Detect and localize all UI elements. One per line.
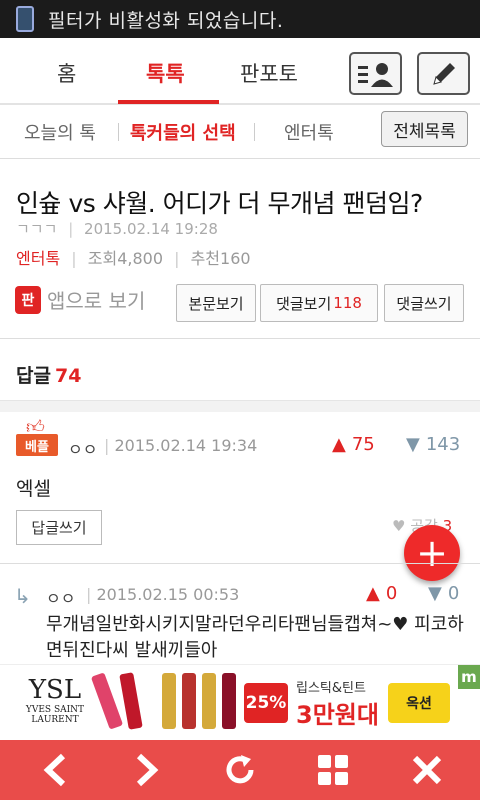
grid-icon [318,755,348,785]
profile-button[interactable] [349,52,402,95]
heart-icon: ♥ [392,517,406,535]
ad-brand: YVES SAINT LAURENT [25,705,85,725]
replies-header: 답글 74 [16,361,81,388]
comment-text: 엑셀 [16,478,51,500]
write-button[interactable] [417,52,470,95]
bottom-toolbar [0,740,480,800]
subtab-talkers-choice[interactable]: 톡커들의 선택 [130,119,236,145]
reply-arrow-icon: ↳ [14,584,31,608]
write-comment-button[interactable]: 댓글쓰기 [384,284,464,322]
post-author-line: ㄱㄱㄱ | 2015.02.14 19:28 [16,220,218,238]
like-button[interactable]: ▲ 75 [332,434,375,455]
divider [118,123,119,141]
like-count: 0 [385,583,398,604]
thumb-down-icon: ▼ [428,583,442,604]
reply-button[interactable]: 답글쓰기 [16,510,102,545]
ad-corner-badge[interactable]: m [458,665,480,689]
best-reply-label: 베플 [16,434,58,456]
ad-line1: 립스틱&틴트 [296,681,366,696]
open-in-app-button[interactable]: 판 앱으로 보기 [15,285,145,314]
sub-nav: 오늘의 톡 톡커들의 선택 엔터톡 전체목록 [0,105,480,159]
tab-toktok[interactable]: 톡톡 [146,58,185,88]
post-title: 인슢 vs 샤월. 어디가 더 무개념 팬덤임? [16,189,423,218]
divider [0,563,480,564]
like-button[interactable]: ▲ 0 [366,583,397,604]
dislike-button[interactable]: ▼ 0 [428,583,459,604]
forward-icon [136,753,159,787]
profile-list-icon [357,62,393,87]
lipstick-image [182,673,196,729]
close-icon [412,755,442,785]
divider [0,338,480,339]
lipstick-image [162,673,176,729]
ad-discount: 25% [244,683,288,723]
lipstick-image [119,672,143,730]
close-button[interactable] [392,740,462,800]
lipstick-image [202,673,216,729]
comment-user[interactable]: ㅇㅇ [46,585,75,609]
tab-home[interactable]: 홈 [57,58,76,88]
post-category[interactable]: 엔터톡 [16,249,60,268]
status-bar: 필터가 비활성화 되었습니다. [0,0,480,38]
post-datetime: 2015.02.14 19:28 [84,220,218,238]
best-reply-badge: 👍︎ 베플 [16,419,58,458]
pann-app-icon: 판 [15,285,41,314]
plus-icon: + [416,531,448,575]
phone-icon [16,6,34,32]
ysl-logo: YSL YVES SAINT LAURENT [20,675,90,725]
menu-grid-button[interactable] [298,740,368,800]
replies-count: 74 [54,365,82,387]
post-stats-line: 엔터톡 | 조회4,800 | 추천160 [16,249,251,268]
subtab-entertalk[interactable]: 엔터톡 [284,119,334,145]
comment-datetime-text: 2015.02.14 19:34 [114,436,258,455]
refresh-button[interactable] [205,740,275,800]
top-nav: 홈 톡톡 판포토 [0,38,480,105]
divider [254,123,255,141]
thumb-up-icon: ▲ [332,434,346,455]
add-fab-button[interactable]: + [404,525,460,581]
write-comment-label: 댓글쓰기 [396,294,452,313]
active-tab-indicator [118,100,219,104]
like-count: 75 [351,434,375,455]
comment-datetime-text: 2015.02.15 00:53 [96,585,240,604]
comment-datetime: | 2015.02.14 19:34 [104,436,258,455]
view-comments-button[interactable]: 댓글보기 118 [260,284,378,322]
open-in-app-label: 앱으로 보기 [47,289,146,313]
tab-panphoto[interactable]: 판포토 [240,58,298,88]
post-recommends: 추천160 [190,249,251,268]
thumb-up-icon: ▲ [366,583,380,604]
view-body-label: 본문보기 [188,294,244,313]
thumb-down-icon: ▼ [406,434,420,455]
all-list-button[interactable]: 전체목록 [381,111,468,147]
status-message: 필터가 비활성화 되었습니다. [48,9,284,32]
view-body-button[interactable]: 본문보기 [176,284,256,322]
pencil-icon [432,62,455,85]
back-button[interactable] [20,740,90,800]
comment-text: 무개념일반화시키지말라던우리타팬님들캡쳐~♥ 피코하면뒤진다씨 발새끼들아 [46,614,464,661]
section-separator [0,400,480,412]
comment-user[interactable]: ㅇㅇ [68,436,97,460]
lipstick-image [222,673,236,729]
forward-button[interactable] [112,740,182,800]
auction-logo: 옥션 [388,683,450,723]
replies-label: 답글 [16,365,51,387]
subtab-today[interactable]: 오늘의 톡 [24,119,96,145]
back-icon [43,753,66,787]
comment-count: 118 [333,294,362,312]
view-comments-label: 댓글보기 [276,294,332,313]
dislike-count: 143 [425,434,461,455]
post-views: 조회4,800 [87,249,163,268]
lipstick-image [90,672,124,730]
refresh-icon [226,755,254,784]
dislike-count: 0 [447,583,460,604]
ad-banner[interactable]: YSL YVES SAINT LAURENT 25% 립스틱&틴트 3만원대 옥… [0,664,480,740]
comment-datetime: | 2015.02.15 00:53 [86,585,240,604]
ad-line2: 3만원대 [296,701,379,729]
dislike-button[interactable]: ▼ 143 [406,434,460,455]
post-author[interactable]: ㄱㄱㄱ [16,220,57,238]
